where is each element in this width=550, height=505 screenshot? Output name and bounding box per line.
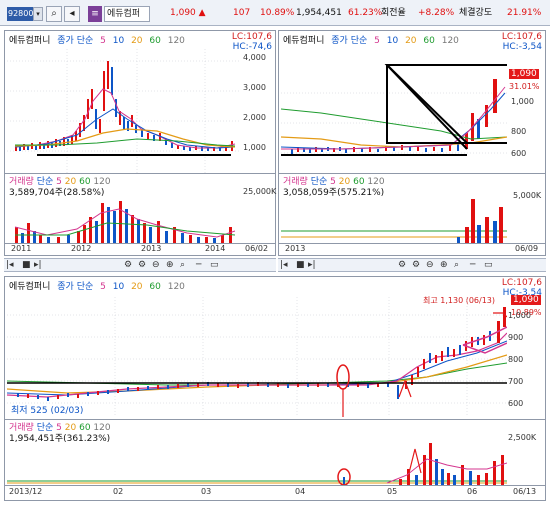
x-label: 06/09 — [515, 244, 539, 253]
y-tick: 800 — [508, 355, 524, 364]
price-change: 107 — [233, 8, 251, 18]
chart-title-row: 에듀컴퍼니 종가 단순 5 10 20 60 120 — [283, 36, 459, 46]
x-label: 04 — [295, 487, 306, 496]
lc-value: LC:107,6 — [501, 278, 542, 288]
y-tick: 2,000 — [243, 113, 266, 122]
minimize-icon[interactable]: ▭ — [484, 260, 493, 270]
collapse-icon[interactable]: ─ — [196, 260, 201, 270]
scroll-left-button[interactable]: |◂ — [280, 260, 288, 270]
stock-name-field[interactable]: 에듀컴퍼 — [104, 6, 150, 22]
volume-tick: 2,500K — [508, 433, 537, 442]
x-label: 2013 — [285, 244, 306, 253]
next-button[interactable]: ▸| — [34, 260, 42, 270]
strength-label: 체결강도 — [459, 8, 493, 18]
search-icon[interactable]: ⌕ — [180, 260, 185, 270]
strength-change: +8.28% — [418, 8, 455, 18]
search-icon[interactable]: ⌕ — [454, 260, 459, 270]
y-tick: 800 — [511, 127, 527, 136]
y-tick: 3,000 — [243, 83, 266, 92]
x-label: 2013 — [141, 244, 162, 253]
hc-value: HC:-3,54 — [502, 42, 542, 52]
stop-button[interactable]: ■ — [22, 260, 31, 270]
current-price: 1,090 ▲ — [170, 8, 206, 18]
volume-chart-svg — [281, 199, 507, 243]
price-chart-svg — [7, 49, 239, 173]
stock-code-input[interactable]: 92800 — [7, 7, 33, 21]
y-tick: 600 — [508, 399, 524, 408]
lc-value: LC:107,6 — [231, 32, 272, 42]
zoom-in-icon[interactable]: ⊕ — [166, 260, 174, 270]
x-label: 02 — [113, 487, 124, 496]
chart-panel-daily: 에듀컴퍼니 종가 단순 5 10 20 60 120 LC:107,6 HC:-… — [4, 276, 546, 501]
price-change-pct: 31.01% — [509, 82, 540, 91]
zoom-out-icon[interactable]: ⊖ — [152, 260, 160, 270]
volume-chart-svg — [14, 201, 236, 243]
next-button[interactable]: ▸| — [308, 260, 316, 270]
price-chart-svg — [281, 64, 507, 156]
low-label: 최저 525 (02/03) — [11, 406, 84, 416]
collapse-icon[interactable]: ─ — [470, 260, 475, 270]
current-price-tag: 1,090 — [511, 295, 541, 305]
top-toolbar: 92800 ▾ ⌕ ◂ ≡ 에듀컴퍼 1,090 ▲ 107 10.89% 1,… — [0, 0, 550, 26]
chart-toolbar-left: |◂ ■ ▸| ⚙ ⚙ ⊖ ⊕ ⌕ ─ ▭ — [4, 258, 276, 272]
speaker-button[interactable]: ◂ — [64, 6, 80, 22]
ma60-line — [14, 128, 236, 148]
x-label: 06/02 — [245, 244, 269, 253]
x-label: 06/13 — [513, 487, 537, 496]
settings-icon[interactable]: ⚙ — [398, 260, 406, 270]
candles — [15, 61, 233, 151]
speaker-icon: ◂ — [69, 8, 75, 19]
lc-value: LC:107,6 — [501, 32, 542, 42]
x-label: 05 — [387, 487, 398, 496]
chart-toolbar-right: |◂ ■ ▸| ⚙ ⚙ ⊖ ⊕ ⌕ ─ ▭ — [278, 258, 546, 272]
x-label: 2013/12 — [9, 487, 43, 496]
stop-button[interactable]: ■ — [296, 260, 305, 270]
strength-value: 21.91% — [507, 8, 542, 18]
y-tick: 700 — [508, 377, 524, 386]
search-button[interactable]: ⌕ — [46, 6, 62, 22]
x-label: 06 — [467, 487, 478, 496]
price-chart-svg — [7, 297, 507, 417]
turnover-label: 회전율 — [381, 8, 406, 18]
volume-tick: 25,000K — [243, 187, 277, 196]
settings-icon[interactable]: ⚙ — [124, 260, 132, 270]
zoom-in-icon[interactable]: ⊕ — [440, 260, 448, 270]
chart-panel-weekly: 에듀컴퍼니 종가 단순 5 10 20 60 120 LC:107,6 HC:-… — [278, 30, 546, 256]
gear-icon[interactable]: ⚙ — [412, 260, 420, 270]
minimize-icon[interactable]: ▭ — [210, 260, 219, 270]
y-tick: 1,000 — [511, 97, 534, 106]
gear-icon[interactable]: ⚙ — [138, 260, 146, 270]
chart-panel-long-term: 에듀컴퍼니 종가 단순 5 10 20 60 120 LC:107,6 HC:-… — [4, 30, 276, 256]
volume-chart-svg — [7, 443, 507, 485]
stock-code-dropdown[interactable]: ▾ — [33, 7, 43, 21]
chart-title-row: 에듀컴퍼니 종가 단순 5 10 20 60 120 — [9, 36, 185, 46]
stock-type-badge: ≡ — [88, 6, 102, 22]
x-label: 03 — [201, 487, 212, 496]
search-icon: ⌕ — [51, 8, 57, 19]
chart-title-row: 에듀컴퍼니 종가 단순 5 10 20 60 120 — [9, 282, 185, 292]
y-tick: 600 — [511, 149, 527, 158]
trading-volume: 1,954,451 — [296, 8, 342, 18]
x-label: 2011 — [11, 244, 32, 253]
y-tick: 1,000 — [508, 311, 531, 320]
volume-tick: 5,000K — [513, 191, 542, 200]
x-label: 2014 — [205, 244, 226, 253]
zoom-out-icon[interactable]: ⊖ — [426, 260, 434, 270]
y-tick: 900 — [508, 333, 524, 342]
turnover-pct: 61.23% — [348, 8, 383, 18]
y-tick: 1,000 — [243, 143, 266, 152]
x-label: 2012 — [71, 244, 92, 253]
current-price-tag: 1,090 — [509, 69, 539, 79]
price-change-pct: 10.89% — [260, 8, 295, 18]
scroll-left-button[interactable]: |◂ — [6, 260, 14, 270]
y-tick: 4,000 — [243, 53, 266, 62]
